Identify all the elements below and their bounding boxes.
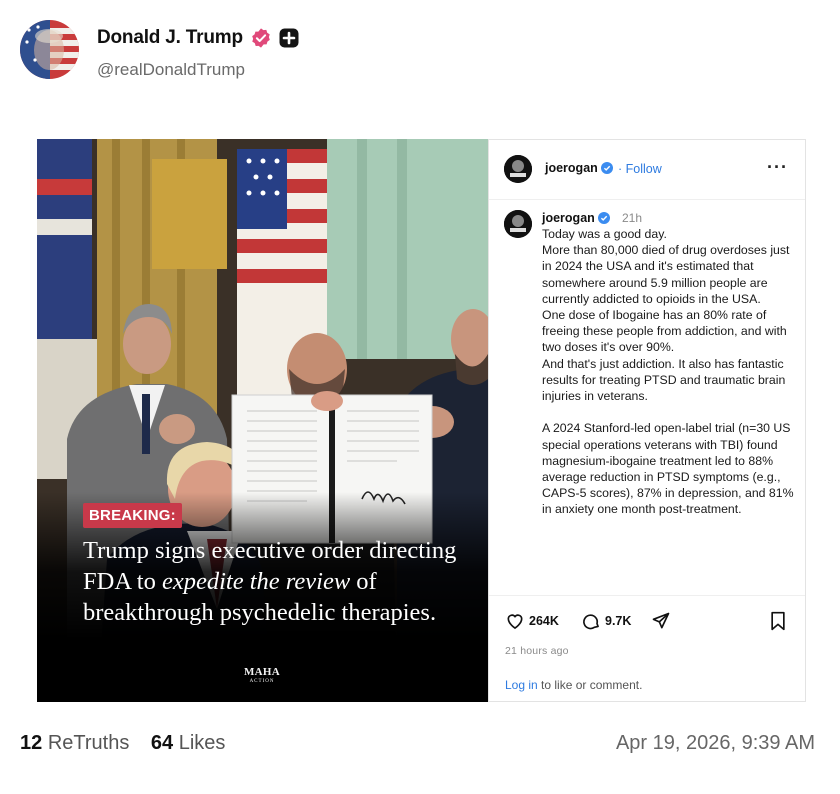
header-username[interactable]: joerogan — [545, 161, 614, 175]
more-dots-icon[interactable]: ··· — [767, 157, 788, 178]
headline-italic: expedite the review — [161, 568, 351, 595]
like-action[interactable]: 264K — [505, 611, 559, 631]
avatar[interactable] — [20, 20, 79, 79]
save-action[interactable] — [769, 611, 787, 631]
retruths-stat[interactable]: 12 ReTruths — [20, 732, 129, 754]
time-ago: 21 hours ago — [505, 645, 569, 657]
instagram-header: joerogan · Follow ··· — [489, 140, 805, 200]
likes-count: 264K — [529, 614, 559, 628]
maha-sub: ACTION — [249, 679, 275, 684]
post-timestamp[interactable]: Apr 19, 2026, 9:39 AM — [616, 732, 815, 755]
heart-icon — [507, 614, 523, 630]
post-stats: 12 ReTruths 64 Likes — [20, 732, 225, 755]
share-icon — [652, 612, 670, 629]
caption-avatar[interactable] — [504, 210, 532, 238]
comments-count: 9.7K — [605, 614, 632, 628]
follow-label: Follow — [625, 162, 662, 176]
caption-time: 21h — [622, 211, 643, 225]
follow-link[interactable]: · Follow — [618, 162, 662, 176]
comment-icon — [583, 614, 599, 630]
instagram-actions: 264K 9.7K 21 hours ago Log in to like or… — [489, 595, 805, 702]
display-name[interactable]: Donald J. Trump — [97, 27, 243, 49]
headline: Trump signs executive order directing FD… — [83, 535, 473, 628]
podcast-logo-icon — [504, 155, 532, 183]
likes-stat[interactable]: 64 Likes — [151, 732, 226, 754]
follow-separator: · — [618, 162, 623, 176]
flag-portrait-avatar — [20, 20, 79, 79]
likes-count-footer: 64 — [150, 732, 174, 754]
share-action[interactable] — [651, 611, 671, 631]
joerogan-avatar[interactable] — [504, 155, 532, 183]
header-username-text: joerogan — [545, 161, 598, 175]
likes-label: Likes — [178, 732, 226, 754]
podcast-logo-icon — [504, 210, 532, 238]
blue-verified-icon — [601, 162, 614, 174]
handle[interactable]: @realDonaldTrump — [97, 60, 245, 80]
caption-text: Today was a good day. More than 80,000 d… — [542, 227, 794, 517]
login-rest: to like or comment. — [537, 678, 643, 692]
breaking-label: BREAKING: — [83, 503, 182, 528]
signing-photo: BREAKING: Trump signs executive order di… — [37, 139, 488, 702]
retruths-label: ReTruths — [47, 732, 130, 754]
author-name-row: Donald J. Trump — [97, 27, 299, 49]
plus-badge-icon — [279, 28, 299, 48]
caption-username[interactable]: joerogan — [542, 211, 611, 225]
blue-verified-icon — [598, 212, 611, 224]
retruths-count: 12 — [20, 732, 43, 754]
bookmark-icon — [771, 611, 785, 631]
post-image[interactable]: BREAKING: Trump signs executive order di… — [37, 139, 806, 702]
comment-action[interactable]: 9.7K — [581, 611, 631, 631]
maha-logo: MAHA ACTION — [244, 667, 280, 687]
caption-username-text: joerogan — [542, 211, 595, 225]
instagram-panel: joerogan · Follow ··· joerogan 21h Today… — [488, 139, 806, 702]
login-link[interactable]: Log in — [505, 678, 538, 692]
verified-badge-icon — [252, 28, 270, 48]
login-prompt: Log in to like or comment. — [505, 678, 795, 692]
